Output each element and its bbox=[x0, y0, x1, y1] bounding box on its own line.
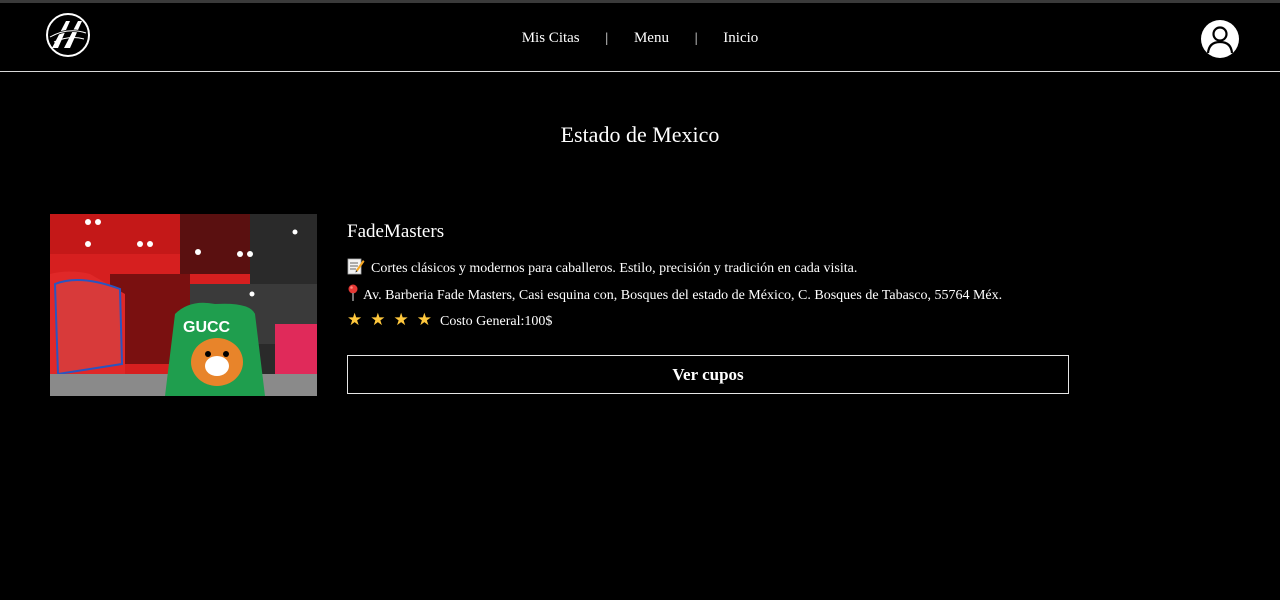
nav-inicio[interactable]: Inicio bbox=[723, 29, 758, 47]
navbar: Mis Citas | Menu | Inicio bbox=[0, 3, 1280, 72]
star-icon: ★ bbox=[347, 310, 363, 330]
barbershop-photo: GUCC bbox=[50, 214, 317, 396]
star-icon: ★ bbox=[393, 310, 409, 330]
page-title: Estado de Mexico bbox=[560, 122, 720, 147]
nav-separator: | bbox=[605, 31, 609, 46]
ver-cupos-button[interactable]: Ver cupos bbox=[347, 355, 1069, 394]
main-nav: Mis Citas | Menu | Inicio bbox=[0, 29, 1280, 48]
memo-icon bbox=[347, 257, 365, 281]
nav-menu[interactable]: Menu bbox=[634, 29, 669, 47]
shop-rating-cost: ★ ★ ★ ★ Costo General:100$ bbox=[347, 311, 552, 331]
nav-separator: | bbox=[694, 31, 698, 46]
cost-text: Costo General:100$ bbox=[440, 314, 553, 329]
star-icon: ★ bbox=[370, 310, 386, 330]
user-avatar-icon[interactable] bbox=[1200, 19, 1240, 59]
shop-name: FadeMasters bbox=[347, 221, 445, 242]
star-icon: ★ bbox=[416, 310, 432, 330]
nav-mis-citas[interactable]: Mis Citas bbox=[522, 29, 580, 47]
svg-text:GUCC: GUCC bbox=[183, 319, 231, 336]
shop-description: Cortes clásicos y modernos para caballer… bbox=[347, 257, 857, 281]
shop-address: Av. Barberia Fade Masters, Casi esquina … bbox=[347, 284, 1002, 308]
shop-description-text: Cortes clásicos y modernos para caballer… bbox=[371, 261, 858, 276]
map-pin-icon bbox=[347, 284, 359, 308]
shop-address-text: Av. Barberia Fade Masters, Casi esquina … bbox=[363, 288, 1003, 303]
barbershop-card: GUCC FadeMasters Cortes clásicos y moder… bbox=[50, 214, 1080, 404]
